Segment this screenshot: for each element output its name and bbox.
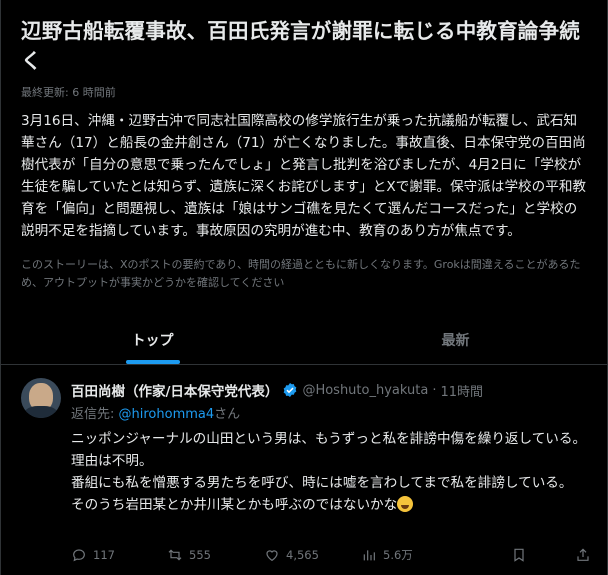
share-icon [577, 548, 589, 561]
tab-top[interactable]: トップ [1, 315, 304, 364]
tab-latest-label: 最新 [441, 332, 470, 349]
post-line-last: そのうち岩田某とか井川某とかも呼ぶのではないかな [71, 494, 591, 516]
post-header: 百田尚樹（作家/日本保守党代表） @Hoshuto_hyakuta · 11時間 [71, 380, 483, 401]
reply-mention-link[interactable]: @hirohomma4 [119, 407, 215, 422]
heart-icon [266, 550, 278, 562]
like-count: 4,565 [286, 548, 319, 562]
post-line: 番組にも私を憎悪する男たちを呼び、時には嘘を言わしてまで私を誹謗している。 [71, 475, 573, 491]
tab-top-label: トップ [131, 332, 174, 349]
post-actions: 117 555 4,565 5.6万 [71, 545, 591, 565]
views-button[interactable]: 5.6万 [361, 547, 511, 563]
post-body: ニッポンジャーナルの山田という男は、もうずっと私を誹謗中傷を繰り返している。理由… [71, 428, 591, 516]
avatar-body [24, 406, 58, 418]
bookmark-icon [514, 548, 524, 562]
tab-latest[interactable]: 最新 [304, 315, 607, 364]
repost-icon [168, 549, 182, 561]
author-handle[interactable]: @Hoshuto_hyakuta [302, 383, 428, 398]
post-time[interactable]: 11時間 [440, 381, 483, 400]
last-updated: 最終更新: 6 時間前 [21, 86, 116, 99]
sweat-smile-emoji-icon [397, 496, 414, 512]
post-line-text: そのうち岩田某とか井川某とかも呼ぶのではないかな [71, 497, 398, 513]
author-display-name[interactable]: 百田尚樹（作家/日本保守党代表） [71, 380, 278, 400]
story-summary: 3月16日、沖縄・辺野古沖で同志社国際高校の修学旅行生が乗った抗議船が転覆し、武… [21, 113, 587, 239]
avatar[interactable] [21, 378, 61, 418]
story-section: 辺野古船転覆事故、百田氏発言が謝罪に転じる中教育論争続く 最終更新: 6 時間前… [1, 0, 607, 292]
active-tab-indicator [125, 360, 180, 364]
bookmark-button[interactable] [511, 547, 527, 563]
view-count: 5.6万 [383, 548, 413, 562]
trend-panel: 辺野古船転覆事故、百田氏発言が謝罪に転じる中教育論争続く 最終更新: 6 時間前… [0, 0, 608, 575]
reply-button[interactable]: 117 [71, 547, 167, 563]
share-button[interactable] [575, 547, 591, 563]
verified-badge-icon [284, 383, 297, 397]
like-button[interactable]: 4,565 [264, 547, 361, 563]
grok-disclaimer: このストーリーは、Xのポストの要約であり、時間の経過とともに新しくなります。Gr… [21, 258, 581, 289]
repost-button[interactable]: 555 [167, 547, 264, 563]
reply-icon [73, 549, 85, 562]
reply-prefix: 返信先: [71, 407, 119, 422]
reply-count: 117 [93, 548, 115, 562]
tab-bar: トップ 最新 [1, 315, 607, 365]
repost-count: 555 [189, 548, 211, 562]
bar-chart-icon [363, 550, 375, 561]
reply-to-line: 返信先: @hirohomma4さん [71, 403, 240, 422]
post-line: ニッポンジャーナルの山田という男は、もうずっと私を誹謗中傷を繰り返している。理由… [71, 431, 587, 469]
reply-suffix: さん [214, 407, 241, 422]
story-headline: 辺野古船転覆事故、百田氏発言が謝罪に転じる中教育論争続く [21, 19, 580, 73]
meta-separator: · [432, 382, 437, 398]
